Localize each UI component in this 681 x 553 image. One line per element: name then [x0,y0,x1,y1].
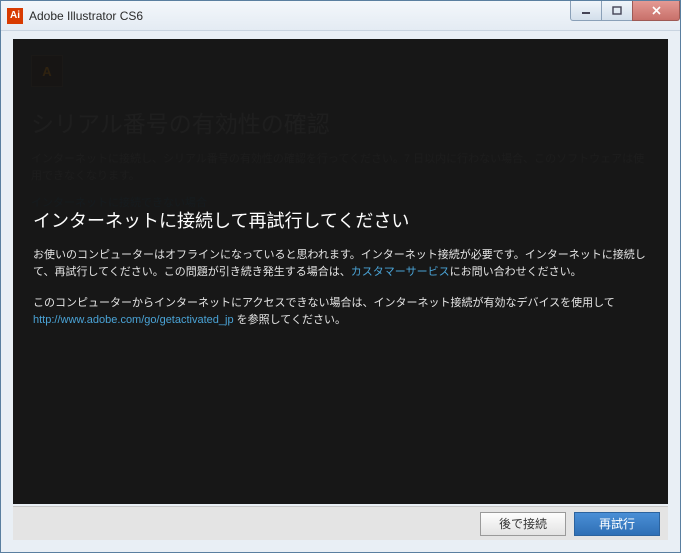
maximize-button[interactable] [601,1,633,21]
titlebar: Ai Adobe Illustrator CS6 [1,1,680,31]
overlay-text: このコンピューターからインターネットにアクセスできない場合は、インターネット接続… [33,297,615,309]
app-window: Ai Adobe Illustrator CS6 A シリアル番号の有効性の確認… [0,0,681,553]
connect-later-button[interactable]: 後で接続 [480,512,566,536]
overlay-text: を参照してください。 [234,314,346,326]
retry-button[interactable]: 再試行 [574,512,660,536]
content-area: A シリアル番号の有効性の確認 インターネットに接続し、シリアル番号の有効性の確… [13,39,668,504]
maximize-icon [612,6,622,16]
overlay-paragraph-2: このコンピューターからインターネットにアクセスできない場合は、インターネット接続… [33,295,648,329]
overlay-paragraph-1: お使いのコンピューターはオフラインになっていると思われます。インターネット接続が… [33,247,648,281]
overlay-text: にお問い合わせください。 [450,266,582,278]
window-controls [571,1,680,22]
customer-service-link[interactable]: カスタマーサービス [351,266,450,278]
error-overlay: インターネットに接続して再試行してください お使いのコンピューターはオフラインに… [13,39,668,504]
app-icon: Ai [7,8,23,24]
minimize-button[interactable] [570,1,602,21]
footer-bar: 後で接続 再試行 [13,506,668,540]
close-button[interactable] [632,1,680,21]
window-title: Adobe Illustrator CS6 [29,9,143,23]
activation-url-link[interactable]: http://www.adobe.com/go/getactivated_jp [33,314,234,326]
overlay-heading: インターネットに接続して再試行してください [33,207,648,233]
close-icon [651,5,662,16]
minimize-icon [581,6,591,16]
